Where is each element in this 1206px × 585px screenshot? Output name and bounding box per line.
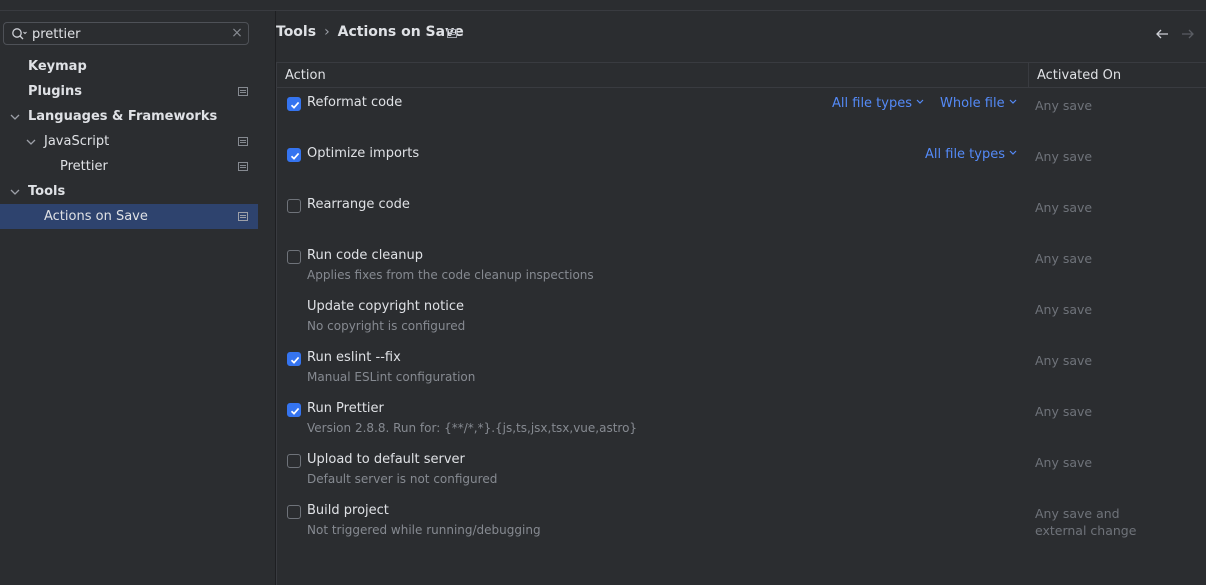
sidebar-item-javascript[interactable]: JavaScript <box>0 129 258 154</box>
checkmark-icon <box>290 152 300 160</box>
action-checkbox[interactable] <box>287 250 301 264</box>
table-row[interactable]: Upload to default server Default server i… <box>276 445 1206 496</box>
sidebar-item-plugins[interactable]: Plugins <box>0 79 258 104</box>
actions-rows: Reformat code All file types Whole file Any… <box>276 88 1206 585</box>
action-title: Rearrange code <box>307 197 410 212</box>
activated-on-line1: Any save and <box>1035 506 1120 521</box>
project-settings-icon <box>238 87 248 96</box>
action-title: Run Prettier <box>307 401 384 416</box>
table-row[interactable]: Build project Not triggered while running… <box>276 496 1206 547</box>
table-row[interactable]: Optimize imports All file types Any save <box>276 139 1206 190</box>
action-title: Upload to default server <box>307 452 465 467</box>
settings-sidebar: × Keymap Plugins Languages & Frameworks … <box>0 11 262 585</box>
sidebar-item-actions-on-save[interactable]: Actions on Save <box>0 204 258 229</box>
dropdown-value: All file types <box>832 96 912 111</box>
sidebar-item-languages-frameworks[interactable]: Languages & Frameworks <box>0 104 258 129</box>
search-icon <box>12 28 27 40</box>
activated-on-value: Any save <box>1035 200 1093 215</box>
back-arrow-icon[interactable] <box>1154 27 1170 41</box>
forward-arrow-icon <box>1182 29 1194 39</box>
activated-on-line2: external change <box>1035 523 1137 538</box>
sidebar-item-label: Tools <box>28 184 66 199</box>
action-description: Manual ESLint configuration <box>307 370 476 384</box>
chevron-down-icon <box>1009 150 1017 155</box>
chevron-down-icon[interactable] <box>10 187 20 197</box>
activated-on-value: Any save <box>1035 98 1093 113</box>
table-row[interactable]: Rearrange code Any save <box>276 190 1206 241</box>
action-title: Update copyright notice <box>307 299 464 314</box>
activated-on-value: Any save <box>1035 302 1093 317</box>
checkmark-icon <box>290 356 300 364</box>
action-description: No copyright is configured <box>307 319 466 333</box>
activated-on-value: Any save <box>1035 353 1093 368</box>
clear-search-icon[interactable]: × <box>230 26 244 40</box>
table-row[interactable]: Run Prettier Version 2.8.8. Run for: {**/… <box>276 394 1206 445</box>
sidebar-item-keymap[interactable]: Keymap <box>0 54 258 79</box>
option-dropdown[interactable]: All file types <box>925 147 1017 162</box>
sidebar-item-tools[interactable]: Tools <box>0 179 258 204</box>
option-dropdown[interactable]: Whole file <box>940 96 1017 111</box>
sidebar-item-label: Prettier <box>60 159 108 174</box>
column-header-activated-on[interactable]: Activated On <box>1028 63 1206 88</box>
sidebar-item-label: Plugins <box>28 84 82 99</box>
activated-on-value: Any save and external change <box>1035 505 1136 539</box>
action-description: Applies fixes from the code cleanup insp… <box>307 268 594 282</box>
sidebar-item-label: Keymap <box>28 59 87 74</box>
chevron-down-icon <box>916 99 924 104</box>
option-dropdown[interactable]: All file types <box>832 96 924 111</box>
action-description: Version 2.8.8. Run for: {**/*,*}.{js,ts,… <box>307 421 638 435</box>
table-row[interactable]: Run code cleanup Applies fixes from the c… <box>276 241 1206 292</box>
chevron-down-icon <box>1009 99 1017 104</box>
action-title: Run eslint --fix <box>307 350 401 365</box>
breadcrumb: Tools › Actions on Save <box>276 24 464 42</box>
action-checkbox[interactable] <box>287 148 301 162</box>
activated-on-value: Any save <box>1035 455 1093 470</box>
action-description: Default server is not configured <box>307 472 498 486</box>
sidebar-item-label: Actions on Save <box>44 209 148 224</box>
action-title: Build project <box>307 503 389 518</box>
sidebar-item-prettier[interactable]: Prettier <box>0 154 258 179</box>
table-row[interactable]: Run eslint --fix Manual ESLint configurat… <box>276 343 1206 394</box>
column-header-action[interactable]: Action <box>277 63 1028 88</box>
chevron-down-icon[interactable] <box>10 112 20 122</box>
action-title: Reformat code <box>307 95 403 110</box>
action-title: Run code cleanup <box>307 248 423 263</box>
table-row[interactable]: Reformat code All file types Whole file Any… <box>276 88 1206 139</box>
table-row[interactable]: Update copyright notice No copyright is c… <box>276 292 1206 343</box>
action-checkbox[interactable] <box>287 454 301 468</box>
activated-on-value: Any save <box>1035 404 1093 419</box>
activated-on-value: Any save <box>1035 251 1093 266</box>
checkmark-icon <box>290 101 300 109</box>
chevron-down-icon[interactable] <box>26 137 36 147</box>
project-settings-icon <box>238 212 248 221</box>
action-description: Not triggered while running/debugging <box>307 523 541 537</box>
sidebar-item-label: JavaScript <box>44 134 110 149</box>
search-box[interactable]: × <box>3 22 249 45</box>
action-checkbox[interactable] <box>287 403 301 417</box>
project-settings-icon <box>238 137 248 146</box>
action-checkbox[interactable] <box>287 505 301 519</box>
checkmark-icon <box>290 407 300 415</box>
project-settings-icon <box>238 162 248 171</box>
breadcrumb-current: Actions on Save <box>337 24 464 40</box>
action-checkbox[interactable] <box>287 97 301 111</box>
action-title: Optimize imports <box>307 146 420 161</box>
project-settings-icon <box>447 29 457 38</box>
dropdown-value: All file types <box>925 147 1005 162</box>
search-input[interactable] <box>32 25 222 43</box>
action-checkbox[interactable] <box>287 199 301 213</box>
activated-on-value: Any save <box>1035 149 1093 164</box>
sidebar-item-label: Languages & Frameworks <box>28 109 218 124</box>
action-checkbox[interactable] <box>287 352 301 366</box>
breadcrumb-separator: › <box>324 24 330 40</box>
breadcrumb-parent[interactable]: Tools <box>276 24 316 40</box>
dropdown-value: Whole file <box>940 96 1005 111</box>
